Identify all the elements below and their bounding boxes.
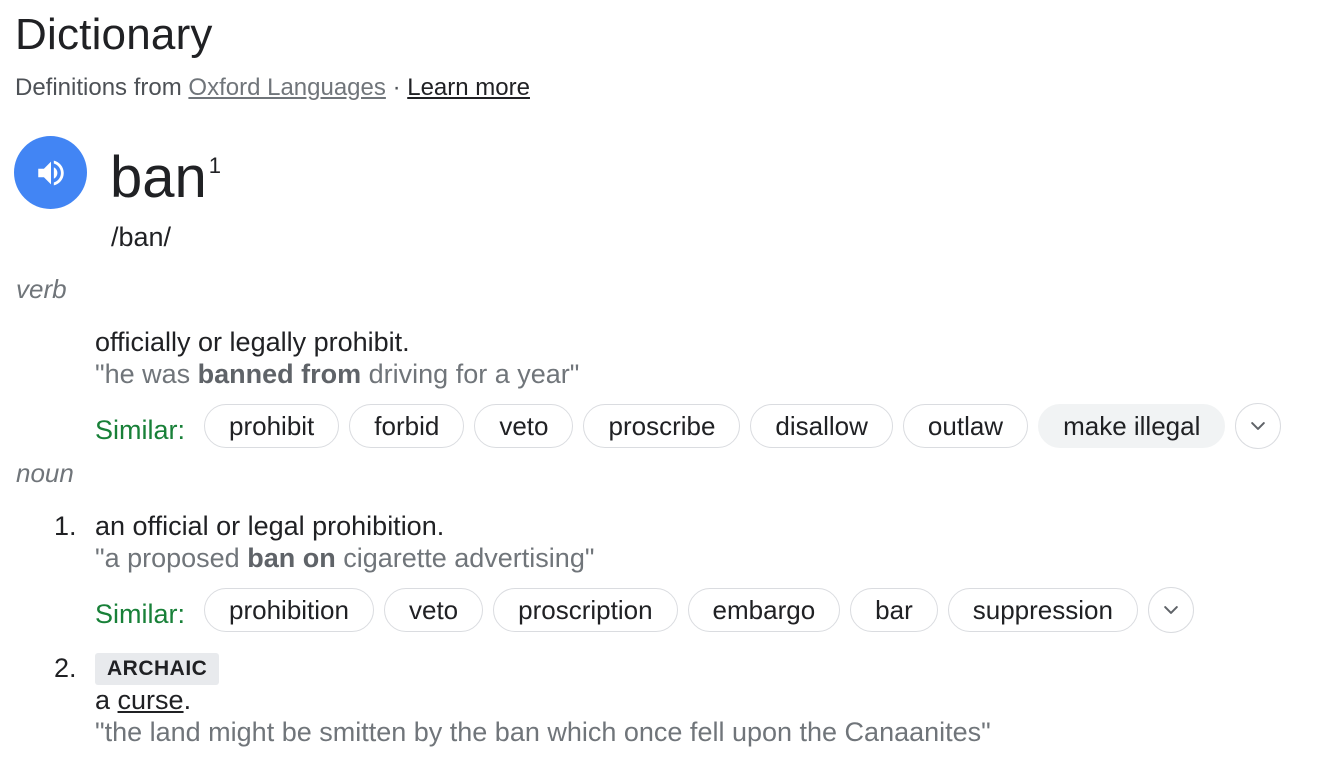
- synonym-chip[interactable]: prohibition: [204, 588, 374, 632]
- part-of-speech-verb: verb: [16, 274, 67, 304]
- verb-similar-chips: prohibit forbid veto proscribe disallow …: [204, 403, 1282, 449]
- noun-similar-chips: prohibition veto proscription embargo ba…: [204, 587, 1194, 633]
- oxford-languages-link[interactable]: Oxford Languages: [188, 74, 385, 101]
- homograph-number: 1: [208, 152, 222, 178]
- synonym-chip[interactable]: proscribe: [583, 404, 741, 448]
- source-prefix: Definitions from: [15, 74, 182, 101]
- headword-text: ban: [110, 145, 207, 210]
- synonym-chip[interactable]: embargo: [687, 588, 841, 632]
- synonym-chip[interactable]: bar: [850, 588, 938, 632]
- synonym-chip[interactable]: make illegal: [1038, 404, 1226, 448]
- definition-text: .: [183, 685, 192, 715]
- synonym-chip[interactable]: disallow: [750, 404, 893, 448]
- curse-link[interactable]: curse: [118, 685, 184, 715]
- example-highlight: ban on: [247, 543, 336, 573]
- chevron-down-icon: [1164, 606, 1178, 614]
- example-text: "a proposed: [95, 543, 248, 573]
- register-label: ARCHAIC: [95, 653, 220, 685]
- expand-synonyms-button[interactable]: [1147, 587, 1194, 633]
- separator: ·: [392, 74, 401, 101]
- synonym-chip[interactable]: suppression: [947, 588, 1138, 632]
- headword: ban1: [110, 144, 221, 211]
- synonym-chip[interactable]: veto: [383, 588, 484, 632]
- noun-example-2: "the land might be smitten by the ban wh…: [95, 717, 991, 747]
- page-title: Dictionary: [15, 10, 213, 59]
- phonetic: /ban/: [111, 222, 172, 252]
- verb-example: "he was banned from driving for a year": [95, 359, 579, 390]
- pronunciation-button[interactable]: [14, 136, 87, 209]
- noun-definition-1: an official or legal prohibition.: [95, 511, 445, 541]
- synonym-chip[interactable]: forbid: [349, 404, 465, 448]
- noun-example-1: "a proposed ban on cigarette advertising…: [95, 543, 594, 574]
- sense-number: 1.: [54, 511, 77, 541]
- definition-text: a: [95, 685, 118, 715]
- example-highlight: banned from: [197, 359, 362, 389]
- chevron-down-icon: [1251, 422, 1266, 430]
- similar-label: Similar:: [95, 599, 186, 629]
- part-of-speech-noun: noun: [16, 458, 74, 488]
- expand-synonyms-button[interactable]: [1235, 403, 1282, 449]
- speaker-icon: [37, 160, 64, 185]
- verb-definition: officially or legally prohibit.: [95, 327, 410, 357]
- example-text: driving for a year": [361, 359, 580, 389]
- learn-more-link[interactable]: Learn more: [407, 74, 530, 101]
- source-line: Definitions from Oxford Languages · Lear…: [15, 74, 530, 102]
- example-text: "he was: [95, 359, 198, 389]
- noun-definition-2: a curse.: [95, 685, 191, 716]
- synonym-chip[interactable]: veto: [474, 404, 574, 448]
- example-text: cigarette advertising": [335, 543, 595, 573]
- synonym-chip[interactable]: prohibit: [204, 404, 340, 448]
- synonym-chip[interactable]: proscription: [493, 588, 678, 632]
- sense-number: 2.: [54, 653, 77, 683]
- similar-label: Similar:: [95, 415, 186, 445]
- synonym-chip[interactable]: outlaw: [902, 404, 1029, 448]
